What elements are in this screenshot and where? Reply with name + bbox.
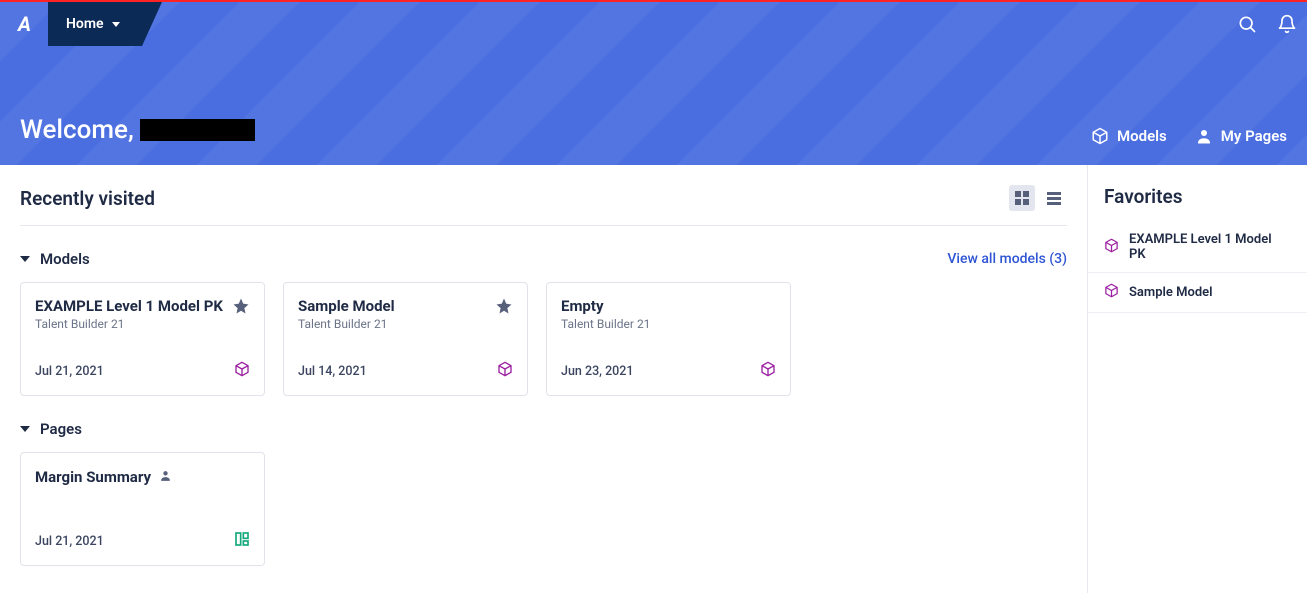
chevron-down-icon bbox=[20, 426, 30, 432]
view-toggle bbox=[1009, 185, 1067, 211]
grid-icon bbox=[1015, 191, 1029, 205]
chevron-down-icon bbox=[20, 256, 30, 262]
models-section-toggle[interactable]: Models bbox=[20, 250, 90, 268]
home-tab[interactable]: Home bbox=[48, 2, 142, 46]
favorites-sidebar: Favorites EXAMPLE Level 1 Model PK Sampl… bbox=[1087, 165, 1307, 593]
model-card[interactable]: Sample Model Talent Builder 21 Jul 14, 2… bbox=[283, 282, 528, 396]
cube-icon bbox=[234, 361, 250, 377]
view-all-models-link[interactable]: View all models (3) bbox=[947, 251, 1067, 267]
pages-section-label: Pages bbox=[40, 420, 82, 438]
cube-icon bbox=[760, 361, 776, 377]
main-content: Recently visited Models View all models … bbox=[0, 165, 1087, 593]
favorite-toggle[interactable] bbox=[232, 297, 250, 315]
pages-section-toggle[interactable]: Pages bbox=[20, 420, 82, 438]
header: A Home Welcome, Models My Pages bbox=[0, 2, 1307, 165]
list-view-button[interactable] bbox=[1041, 185, 1067, 211]
recently-visited-title: Recently visited bbox=[20, 187, 155, 210]
cube-icon bbox=[1091, 127, 1109, 145]
notifications-button[interactable] bbox=[1267, 2, 1307, 46]
star-icon bbox=[495, 297, 513, 315]
card-subtitle: Talent Builder 21 bbox=[35, 317, 223, 331]
favorite-label: EXAMPLE Level 1 Model PK bbox=[1129, 232, 1291, 262]
mypages-link[interactable]: My Pages bbox=[1195, 127, 1287, 145]
list-icon bbox=[1047, 192, 1061, 205]
models-section-label: Models bbox=[40, 250, 90, 268]
page-type-icon bbox=[234, 531, 250, 551]
card-title: Empty bbox=[561, 297, 650, 315]
grid-view-button[interactable] bbox=[1009, 185, 1035, 211]
dashboard-icon bbox=[234, 531, 250, 547]
favorites-title: Favorites bbox=[1088, 185, 1307, 222]
favorite-label: Sample Model bbox=[1129, 285, 1213, 300]
search-button[interactable] bbox=[1227, 2, 1267, 46]
card-date: Jul 21, 2021 bbox=[35, 534, 104, 549]
cube-icon bbox=[1104, 283, 1119, 302]
home-tab-label: Home bbox=[66, 16, 104, 32]
star-icon bbox=[232, 297, 250, 315]
card-title: Margin Summary bbox=[35, 468, 151, 486]
favorite-item[interactable]: EXAMPLE Level 1 Model PK bbox=[1088, 222, 1307, 273]
app-logo[interactable]: A bbox=[0, 2, 48, 46]
models-link-label: Models bbox=[1117, 127, 1167, 145]
cube-icon bbox=[1104, 238, 1119, 257]
card-date: Jul 21, 2021 bbox=[35, 364, 104, 379]
model-type-icon bbox=[760, 361, 776, 381]
card-subtitle: Talent Builder 21 bbox=[561, 317, 650, 331]
card-title: EXAMPLE Level 1 Model PK bbox=[35, 297, 223, 315]
card-subtitle: Talent Builder 21 bbox=[298, 317, 395, 331]
card-title: Sample Model bbox=[298, 297, 395, 315]
person-icon bbox=[1195, 127, 1213, 145]
search-icon bbox=[1237, 14, 1257, 34]
card-date: Jun 23, 2021 bbox=[561, 364, 634, 379]
model-type-icon bbox=[234, 361, 250, 381]
models-link[interactable]: Models bbox=[1091, 127, 1167, 145]
favorite-item[interactable]: Sample Model bbox=[1088, 273, 1307, 313]
favorite-toggle[interactable] bbox=[495, 297, 513, 315]
person-icon bbox=[159, 467, 172, 486]
model-type-icon bbox=[497, 361, 513, 381]
card-date: Jul 14, 2021 bbox=[298, 364, 367, 379]
redacted-username bbox=[140, 119, 255, 141]
mypages-link-label: My Pages bbox=[1221, 127, 1287, 145]
bell-icon bbox=[1277, 14, 1297, 34]
model-card[interactable]: Empty Talent Builder 21 Jun 23, 2021 bbox=[546, 282, 791, 396]
page-card[interactable]: Margin Summary Jul 21, 2021 bbox=[20, 452, 265, 566]
welcome-prefix: Welcome, bbox=[20, 115, 134, 145]
welcome-heading: Welcome, bbox=[20, 115, 255, 145]
chevron-down-icon bbox=[112, 22, 120, 27]
model-card[interactable]: EXAMPLE Level 1 Model PK Talent Builder … bbox=[20, 282, 265, 396]
cube-icon bbox=[497, 361, 513, 377]
